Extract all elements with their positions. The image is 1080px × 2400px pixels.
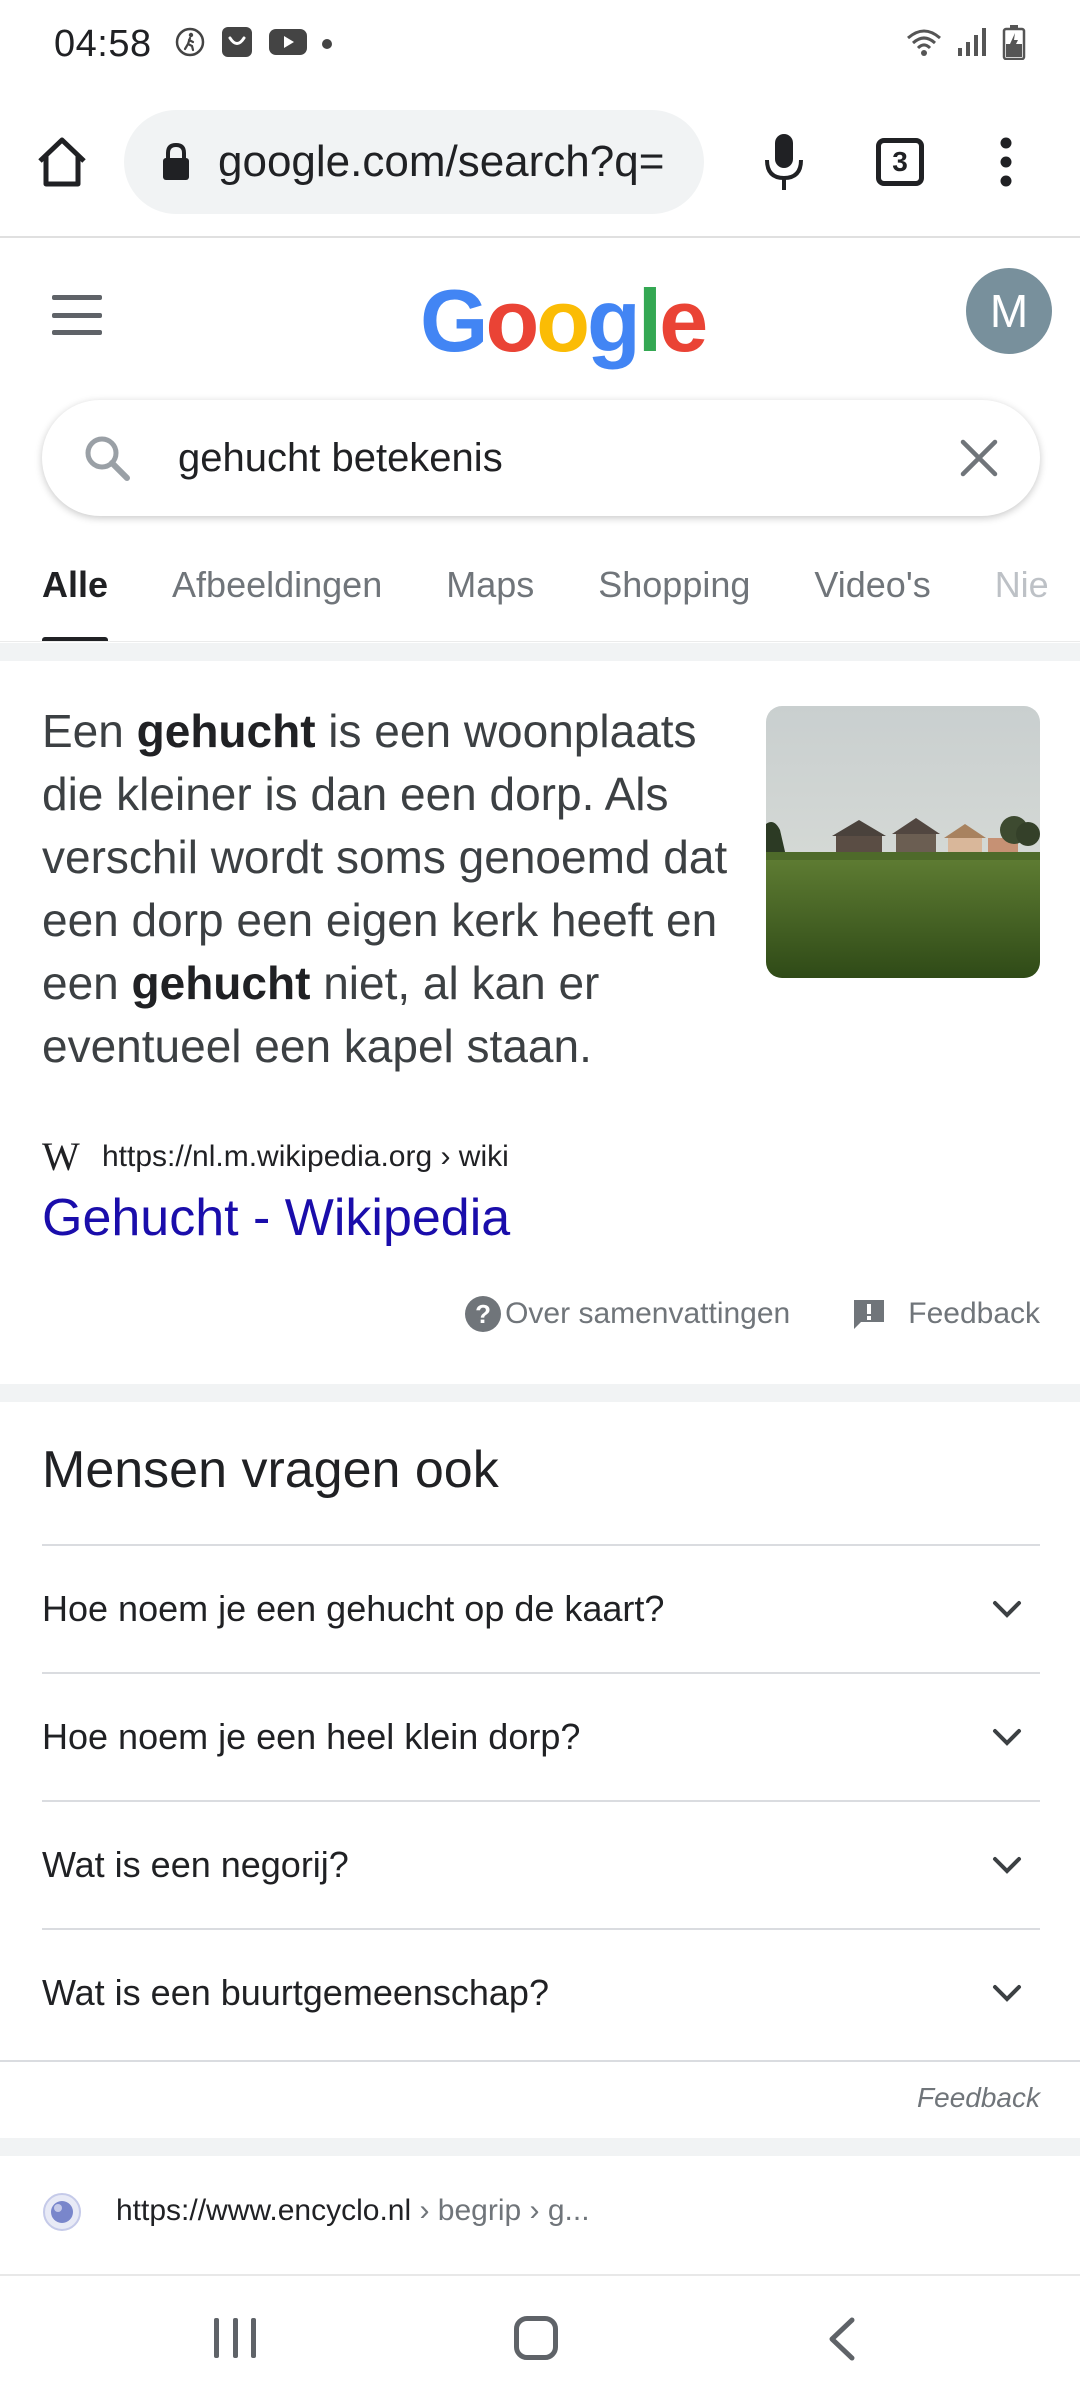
search-tabs: Alle Afbeeldingen Maps Shopping Video's Nie xyxy=(0,550,1080,642)
google-logo[interactable]: Google xyxy=(420,270,708,372)
more-vert-icon xyxy=(1000,137,1012,187)
logo-letter: l xyxy=(637,271,663,370)
chevron-down-icon[interactable] xyxy=(992,1594,1022,1624)
shopping-bag-icon xyxy=(220,25,254,64)
logo-letter: o xyxy=(536,271,590,370)
paa-question[interactable]: Hoe noem je een heel klein dorp? xyxy=(42,1672,1040,1800)
url-text: google.com/search?q= xyxy=(218,137,665,186)
system-nav-bar xyxy=(0,2274,1080,2400)
logo-letter: e xyxy=(659,271,708,370)
source-line[interactable]: W https://nl.m.wikipedia.org › wiki xyxy=(42,1133,509,1180)
home-button[interactable] xyxy=(22,122,102,202)
snippet-text: Een gehucht is een woonplaats die kleine… xyxy=(42,700,752,1078)
paa-list: Hoe noem je een gehucht op de kaart? Hoe … xyxy=(42,1544,1040,2056)
snippet-fragment: Een xyxy=(42,705,137,757)
google-header: Google M xyxy=(0,240,1080,390)
recents-icon[interactable] xyxy=(214,2318,256,2358)
about-snippets-link[interactable]: Over samenvattingen xyxy=(505,1297,790,1331)
tab-shopping[interactable]: Shopping xyxy=(598,550,750,641)
notification-icons xyxy=(174,25,332,64)
paa-question-text: Hoe noem je een gehucht op de kaart? xyxy=(42,1588,665,1629)
tab-maps[interactable]: Maps xyxy=(446,550,534,641)
feedback-link[interactable]: Feedback xyxy=(908,1297,1040,1331)
tab-nie[interactable]: Nie xyxy=(995,550,1049,641)
wikipedia-icon: W xyxy=(42,1134,80,1179)
featured-snippet: Een gehucht is een woonplaats die kleine… xyxy=(0,660,1080,1382)
back-icon[interactable] xyxy=(822,2316,862,2362)
walk-icon xyxy=(174,26,206,63)
snippet-keyword: gehucht xyxy=(136,705,316,757)
section-divider xyxy=(0,2138,1080,2156)
tab-count: 3 xyxy=(892,146,908,177)
tab-alle[interactable]: Alle xyxy=(42,550,109,641)
avatar-initial: M xyxy=(989,285,1029,337)
home-nav-icon[interactable] xyxy=(514,2316,558,2360)
voice-search-button[interactable] xyxy=(744,122,824,202)
tab-video-s[interactable]: Video's xyxy=(814,550,930,641)
paa-question-text: Wat is een buurtgemeenschap? xyxy=(42,1972,549,2013)
paa-question[interactable]: Wat is een negorij? xyxy=(42,1800,1040,1928)
paa-question-text: Wat is een negorij? xyxy=(42,1844,349,1885)
chevron-down-icon[interactable] xyxy=(992,1978,1022,2008)
close-icon[interactable] xyxy=(958,437,1000,479)
next-url-path: › begrip › g... xyxy=(411,2194,590,2227)
signal-icon xyxy=(956,26,990,63)
result-title-link[interactable]: Gehucht - Wikipedia xyxy=(42,1188,510,1248)
home-icon xyxy=(38,137,86,187)
paa-question[interactable]: Wat is een buurtgemeenschap? xyxy=(42,1928,1040,2056)
chevron-down-icon[interactable] xyxy=(992,1850,1022,1880)
paa-question-text: Hoe noem je een heel klein dorp? xyxy=(42,1716,581,1757)
next-result-url[interactable]: https://www.encyclo.nl › begrip › g... xyxy=(116,2194,590,2228)
lock-icon xyxy=(163,142,189,180)
status-time: 04:58 xyxy=(54,22,152,65)
feedback-icon[interactable] xyxy=(852,1298,886,1330)
wifi-icon xyxy=(904,26,944,63)
logo-letter: g xyxy=(586,271,641,370)
help-icon[interactable]: ? xyxy=(465,1296,502,1332)
search-icon[interactable] xyxy=(82,433,132,483)
logo-letter: o xyxy=(485,271,539,370)
snippet-keyword: gehucht xyxy=(131,957,311,1009)
globe-icon xyxy=(43,2193,81,2231)
paa-title: Mensen vragen ook xyxy=(42,1441,499,1499)
next-result[interactable]: https://www.encyclo.nl › begrip › g... xyxy=(0,2160,1080,2274)
logo-letter: G xyxy=(420,271,488,370)
mic-icon xyxy=(765,134,803,190)
status-bar: 04:58 xyxy=(0,0,1080,88)
tab-afbeeldingen[interactable]: Afbeeldingen xyxy=(172,550,382,641)
avatar[interactable]: M xyxy=(966,268,1052,354)
tabs-icon: 3 xyxy=(876,138,924,186)
youtube-icon xyxy=(268,27,308,62)
address-bar[interactable]: google.com/search?q= xyxy=(124,110,704,214)
tab-switcher-button[interactable]: 3 xyxy=(860,122,940,202)
source-url[interactable]: https://nl.m.wikipedia.org › wiki xyxy=(102,1140,509,1174)
browser-menu-button[interactable] xyxy=(976,122,1036,202)
browser-toolbar: google.com/search?q= 3 xyxy=(0,88,1080,238)
paa-question[interactable]: Hoe noem je een gehucht op de kaart? xyxy=(42,1544,1040,1672)
battery-charging-icon xyxy=(1002,24,1026,65)
hamburger-menu-icon[interactable] xyxy=(52,295,102,335)
section-divider xyxy=(0,1384,1080,1402)
system-icons xyxy=(904,24,1026,65)
paa-footer: Feedback xyxy=(0,2060,1080,2136)
search-input[interactable]: gehucht betekenis xyxy=(178,436,958,481)
chevron-down-icon[interactable] xyxy=(992,1722,1022,1752)
section-divider xyxy=(0,643,1080,661)
snippet-image[interactable] xyxy=(766,706,1040,978)
paa-feedback-link[interactable]: Feedback xyxy=(917,2082,1040,2114)
dot-icon xyxy=(321,39,332,49)
search-box[interactable]: gehucht betekenis xyxy=(42,400,1040,516)
next-url-main: https://www.encyclo.nl xyxy=(116,2194,412,2227)
snippet-footer: ? Over samenvattingen Feedback xyxy=(465,1296,1040,1332)
